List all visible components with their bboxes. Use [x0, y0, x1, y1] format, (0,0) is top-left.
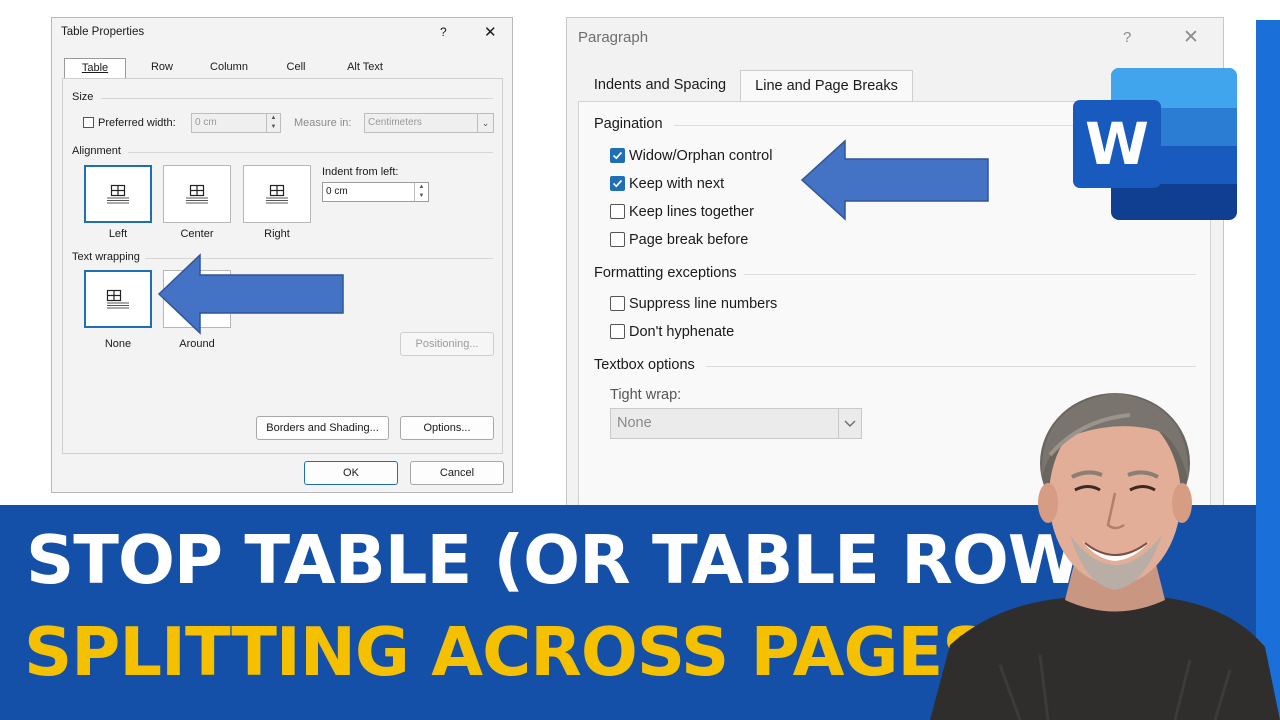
tight-wrap-label: Tight wrap: — [610, 387, 682, 403]
tab-cell[interactable]: Cell — [268, 58, 324, 78]
help-button[interactable]: ? — [440, 25, 447, 39]
borders-and-shading-button[interactable]: Borders and Shading... — [256, 416, 389, 440]
width-spinner[interactable]: ▲ ▼ — [266, 114, 280, 132]
measure-in-select[interactable]: Centimeters ⌄ — [364, 113, 494, 133]
size-section-label: Size — [72, 91, 94, 103]
width-input[interactable]: 0 cm ▲ ▼ — [191, 113, 281, 133]
dont-hyphenate-label: Don't hyphenate — [629, 324, 735, 340]
suppress-line-numbers-checkbox[interactable] — [610, 296, 625, 311]
chevron-down-icon — [838, 409, 861, 438]
tight-wrap-select[interactable]: None — [610, 408, 862, 439]
indent-from-left-label: Indent from left: — [322, 166, 399, 178]
measure-in-label: Measure in: — [294, 117, 352, 129]
keep-lines-together-label: Keep lines together — [629, 204, 754, 220]
help-button[interactable]: ? — [1123, 29, 1131, 46]
dialog-title: Paragraph — [578, 29, 649, 46]
widow-orphan-label: Widow/Orphan control — [629, 148, 773, 164]
align-left-label: Left — [108, 228, 128, 240]
close-icon[interactable]: ✕ — [484, 23, 497, 41]
indent-spinner[interactable]: ▲ ▼ — [414, 183, 428, 201]
align-right-icon — [266, 184, 288, 204]
preferred-width-checkbox[interactable] — [83, 117, 94, 128]
ok-button[interactable]: OK — [304, 461, 398, 485]
positioning-button[interactable]: Positioning... — [400, 332, 494, 356]
align-right-label: Right — [264, 228, 290, 240]
page-break-before-label: Page break before — [629, 232, 749, 248]
tab-bar: Table Row Column Cell Alt Text — [62, 58, 502, 79]
formatting-exceptions-section-label: Formatting exceptions — [594, 265, 737, 281]
keep-with-next-checkbox[interactable] — [610, 176, 625, 191]
align-left-option[interactable] — [84, 165, 152, 223]
tab-indents-and-spacing[interactable]: Indents and Spacing — [582, 70, 738, 101]
check-icon — [612, 151, 623, 160]
align-left-icon — [107, 184, 129, 204]
section-divider — [744, 274, 1196, 275]
text-wrapping-section-label: Text wrapping — [72, 251, 140, 263]
banner-line-2: SPLITTING ACROSS PAGES — [24, 613, 990, 691]
align-center-option[interactable] — [163, 165, 231, 223]
options-button[interactable]: Options... — [400, 416, 494, 440]
page-break-before-checkbox[interactable] — [610, 232, 625, 247]
suppress-line-numbers-label: Suppress line numbers — [629, 296, 778, 312]
dialog-title: Table Properties — [61, 26, 145, 38]
keep-with-next-label: Keep with next — [629, 176, 725, 192]
align-right-option[interactable] — [243, 165, 311, 223]
keep-lines-together-checkbox[interactable] — [610, 204, 625, 219]
section-divider — [128, 152, 493, 153]
wrap-none-option[interactable] — [84, 270, 152, 328]
widow-orphan-checkbox[interactable] — [610, 148, 625, 163]
tab-table[interactable]: Table — [64, 58, 126, 79]
left-arrow-keep-with-next-icon — [800, 139, 989, 221]
section-divider — [706, 366, 1196, 367]
preferred-width-label: Preferred width: — [98, 117, 176, 129]
section-divider — [101, 98, 493, 99]
presenter-photo — [930, 393, 1280, 720]
left-arrow-wrap-none-icon — [157, 253, 344, 335]
textbox-options-section-label: Textbox options — [594, 357, 695, 373]
align-center-label: Center — [180, 228, 214, 240]
word-logo-icon: W — [1073, 68, 1237, 220]
dont-hyphenate-checkbox[interactable] — [610, 324, 625, 339]
word-logo-letter: W — [1085, 110, 1149, 178]
pagination-section-label: Pagination — [594, 116, 663, 132]
wrap-around-label: Around — [179, 338, 215, 350]
tab-row[interactable]: Row — [134, 58, 190, 78]
align-center-icon — [186, 184, 208, 204]
wrap-none-icon — [106, 289, 129, 309]
wrap-none-label: None — [104, 338, 132, 350]
alignment-section-label: Alignment — [72, 145, 121, 157]
tab-alt-text[interactable]: Alt Text — [334, 58, 396, 78]
close-icon[interactable]: ✕ — [1183, 26, 1199, 49]
tab-column[interactable]: Column — [200, 58, 258, 78]
chevron-down-icon: ⌄ — [477, 114, 493, 132]
cancel-button[interactable]: Cancel — [410, 461, 504, 485]
tab-line-and-page-breaks[interactable]: Line and Page Breaks — [740, 70, 913, 102]
check-icon — [612, 179, 623, 188]
indent-from-left-input[interactable]: 0 cm ▲ ▼ — [322, 182, 429, 202]
